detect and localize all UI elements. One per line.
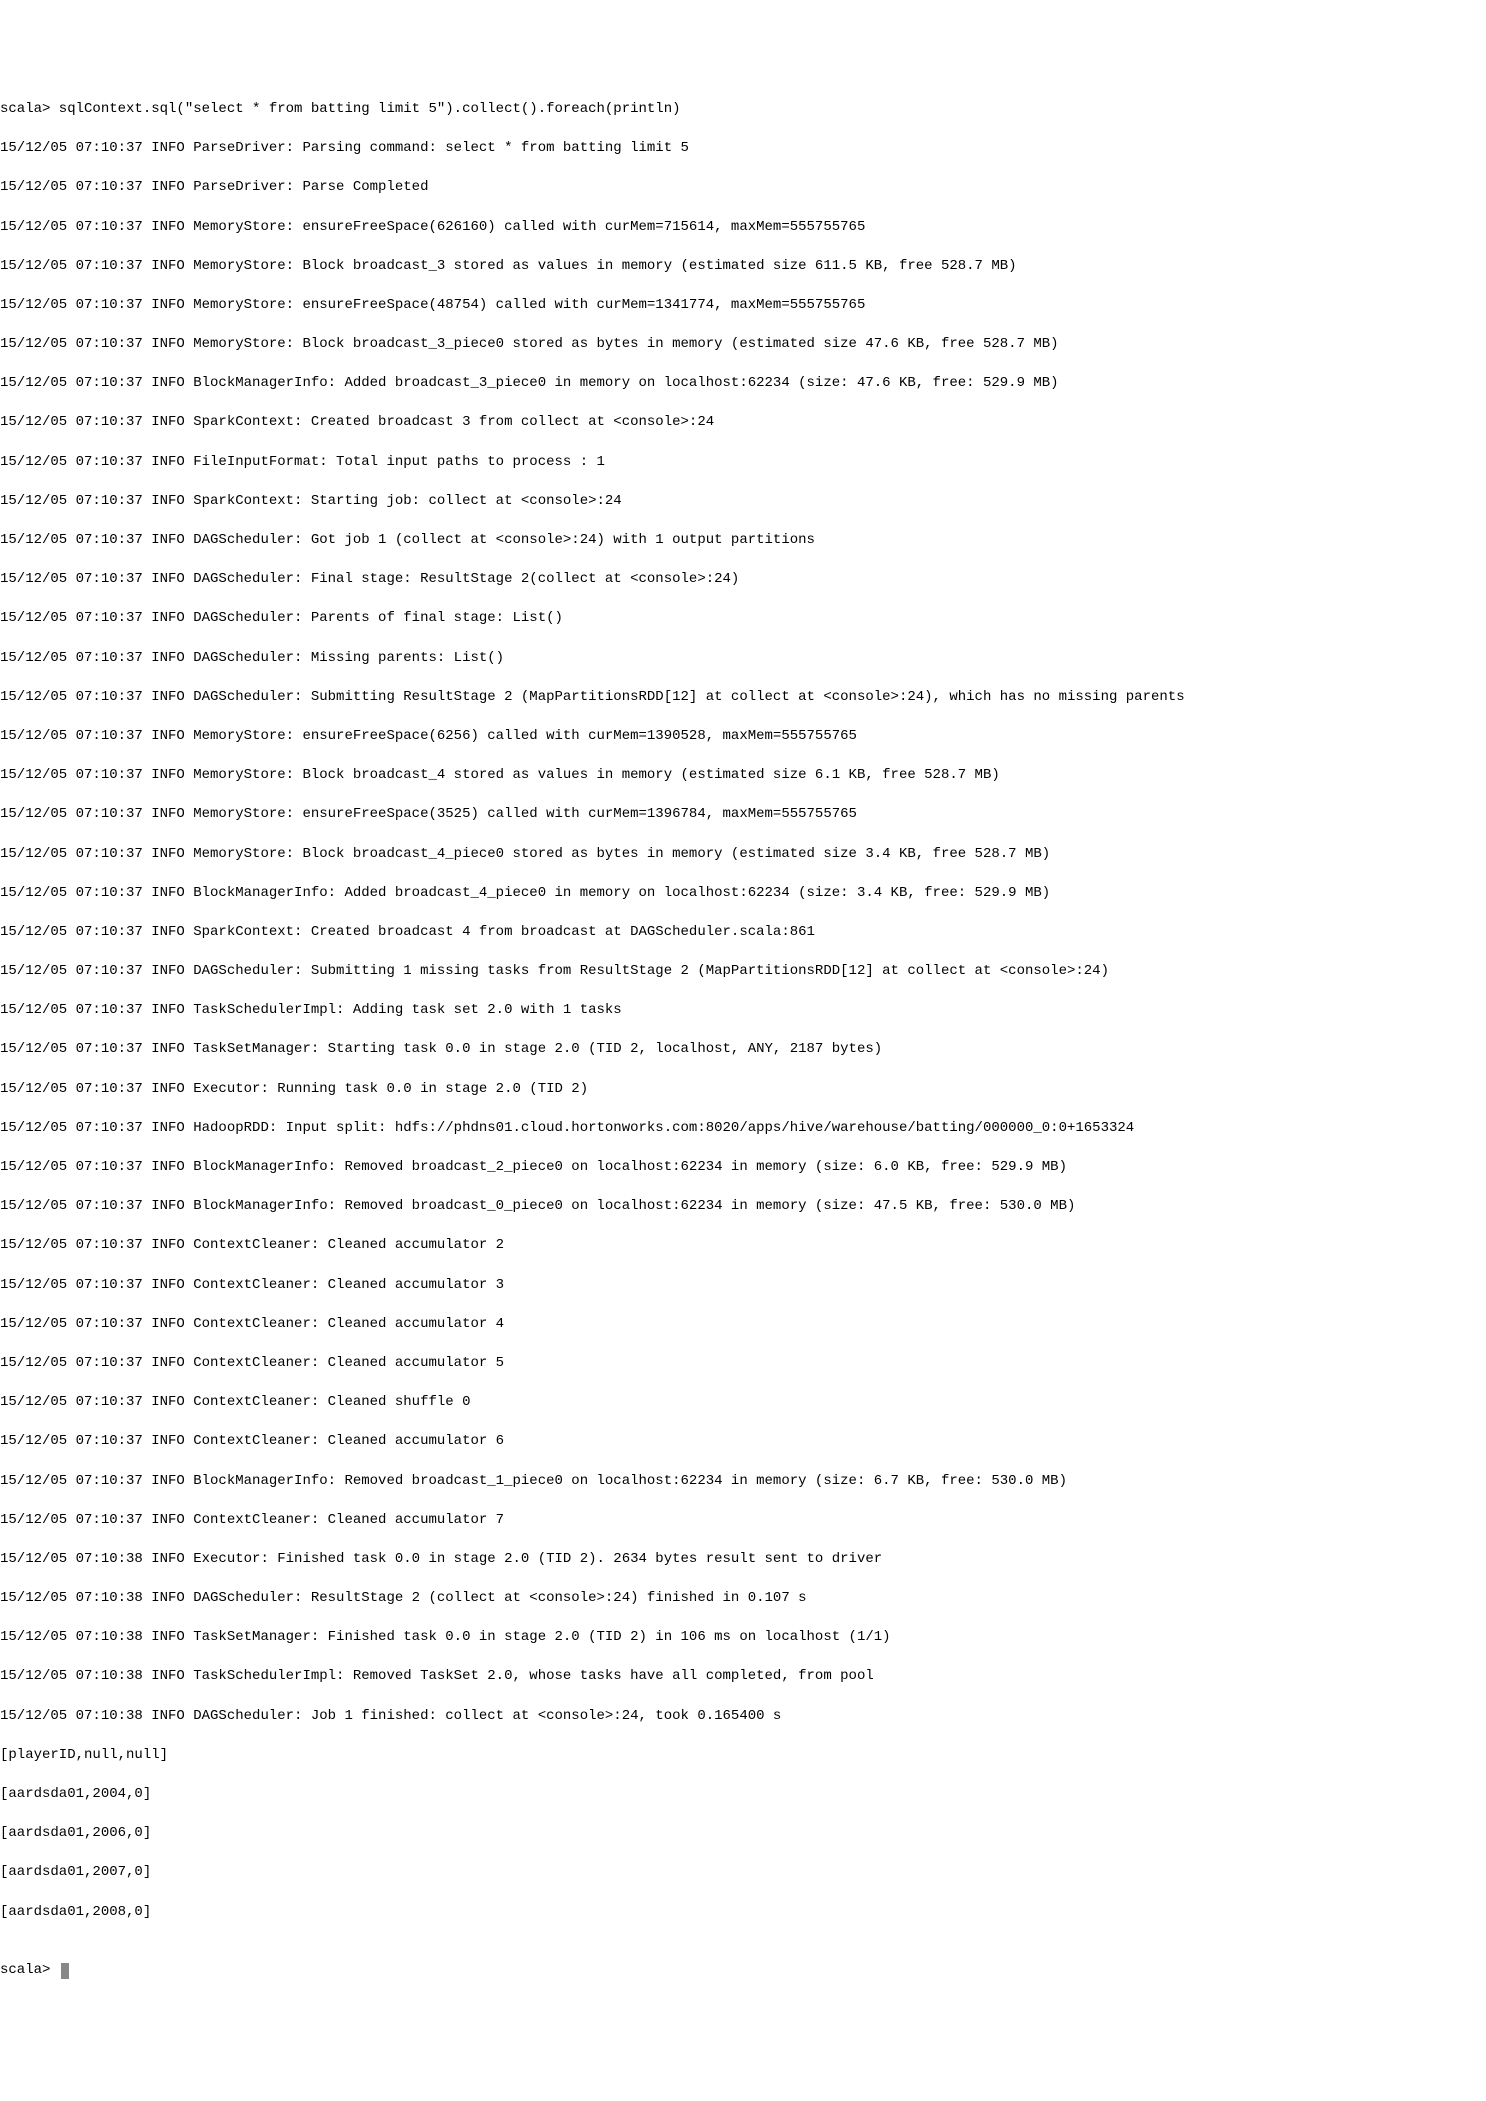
log-line: 15/12/05 07:10:37 INFO ContextCleaner: C… xyxy=(0,1354,1486,1374)
log-line: 15/12/05 07:10:37 INFO BlockManagerInfo:… xyxy=(0,1197,1486,1217)
log-line: 15/12/05 07:10:37 INFO MemoryStore: ensu… xyxy=(0,727,1486,747)
log-line: 15/12/05 07:10:37 INFO Executor: Running… xyxy=(0,1080,1486,1100)
result-row: [aardsda01,2007,0] xyxy=(0,1863,1486,1883)
log-line: 15/12/05 07:10:37 INFO ParseDriver: Pars… xyxy=(0,178,1486,198)
log-line: 15/12/05 07:10:37 INFO MemoryStore: ensu… xyxy=(0,218,1486,238)
log-line: 15/12/05 07:10:37 INFO ContextCleaner: C… xyxy=(0,1315,1486,1335)
log-line: 15/12/05 07:10:37 INFO ContextCleaner: C… xyxy=(0,1393,1486,1413)
log-line: 15/12/05 07:10:37 INFO HadoopRDD: Input … xyxy=(0,1119,1486,1139)
result-row: [aardsda01,2004,0] xyxy=(0,1785,1486,1805)
log-line: 15/12/05 07:10:37 INFO MemoryStore: Bloc… xyxy=(0,257,1486,277)
log-line: 15/12/05 07:10:37 INFO MemoryStore: ensu… xyxy=(0,805,1486,825)
log-line: 15/12/05 07:10:38 INFO DAGScheduler: Res… xyxy=(0,1589,1486,1609)
log-line: 15/12/05 07:10:37 INFO BlockManagerInfo:… xyxy=(0,884,1486,904)
log-line: 15/12/05 07:10:37 INFO DAGScheduler: Got… xyxy=(0,531,1486,551)
result-row: [aardsda01,2006,0] xyxy=(0,1824,1486,1844)
cursor-icon xyxy=(61,1963,69,1979)
log-line: 15/12/05 07:10:37 INFO FileInputFormat: … xyxy=(0,453,1486,473)
log-line: 15/12/05 07:10:37 INFO ContextCleaner: C… xyxy=(0,1432,1486,1452)
log-line: 15/12/05 07:10:37 INFO DAGScheduler: Sub… xyxy=(0,688,1486,708)
log-line: 15/12/05 07:10:38 INFO TaskSchedulerImpl… xyxy=(0,1667,1486,1687)
log-line: 15/12/05 07:10:37 INFO MemoryStore: Bloc… xyxy=(0,335,1486,355)
log-line: 15/12/05 07:10:37 INFO TaskSchedulerImpl… xyxy=(0,1001,1486,1021)
log-line: 15/12/05 07:10:37 INFO DAGScheduler: Sub… xyxy=(0,962,1486,982)
log-line: 15/12/05 07:10:37 INFO BlockManagerInfo:… xyxy=(0,1472,1486,1492)
log-line: 15/12/05 07:10:37 INFO MemoryStore: Bloc… xyxy=(0,845,1486,865)
scala-prompt-input[interactable]: scala> xyxy=(0,1961,1486,1981)
log-line: 15/12/05 07:10:38 INFO DAGScheduler: Job… xyxy=(0,1707,1486,1727)
log-line: 15/12/05 07:10:37 INFO BlockManagerInfo:… xyxy=(0,1158,1486,1178)
result-row: [aardsda01,2008,0] xyxy=(0,1903,1486,1923)
log-line: 15/12/05 07:10:37 INFO DAGScheduler: Par… xyxy=(0,609,1486,629)
terminal-output[interactable]: scala> sqlContext.sql("select * from bat… xyxy=(0,80,1486,2000)
scala-prompt-command: scala> sqlContext.sql("select * from bat… xyxy=(0,100,1486,120)
log-line: 15/12/05 07:10:38 INFO Executor: Finishe… xyxy=(0,1550,1486,1570)
result-row: [playerID,null,null] xyxy=(0,1746,1486,1766)
log-line: 15/12/05 07:10:37 INFO SparkContext: Cre… xyxy=(0,413,1486,433)
log-line: 15/12/05 07:10:37 INFO MemoryStore: Bloc… xyxy=(0,766,1486,786)
log-line: 15/12/05 07:10:37 INFO SparkContext: Cre… xyxy=(0,923,1486,943)
log-line: 15/12/05 07:10:37 INFO MemoryStore: ensu… xyxy=(0,296,1486,316)
log-line: 15/12/05 07:10:37 INFO TaskSetManager: S… xyxy=(0,1040,1486,1060)
log-line: 15/12/05 07:10:37 INFO ParseDriver: Pars… xyxy=(0,139,1486,159)
log-line: 15/12/05 07:10:38 INFO TaskSetManager: F… xyxy=(0,1628,1486,1648)
log-line: 15/12/05 07:10:37 INFO ContextCleaner: C… xyxy=(0,1236,1486,1256)
log-line: 15/12/05 07:10:37 INFO ContextCleaner: C… xyxy=(0,1276,1486,1296)
log-line: 15/12/05 07:10:37 INFO DAGScheduler: Fin… xyxy=(0,570,1486,590)
log-line: 15/12/05 07:10:37 INFO ContextCleaner: C… xyxy=(0,1511,1486,1531)
log-line: 15/12/05 07:10:37 INFO BlockManagerInfo:… xyxy=(0,374,1486,394)
log-line: 15/12/05 07:10:37 INFO SparkContext: Sta… xyxy=(0,492,1486,512)
log-line: 15/12/05 07:10:37 INFO DAGScheduler: Mis… xyxy=(0,649,1486,669)
scala-prompt-text: scala> xyxy=(0,1961,59,1981)
